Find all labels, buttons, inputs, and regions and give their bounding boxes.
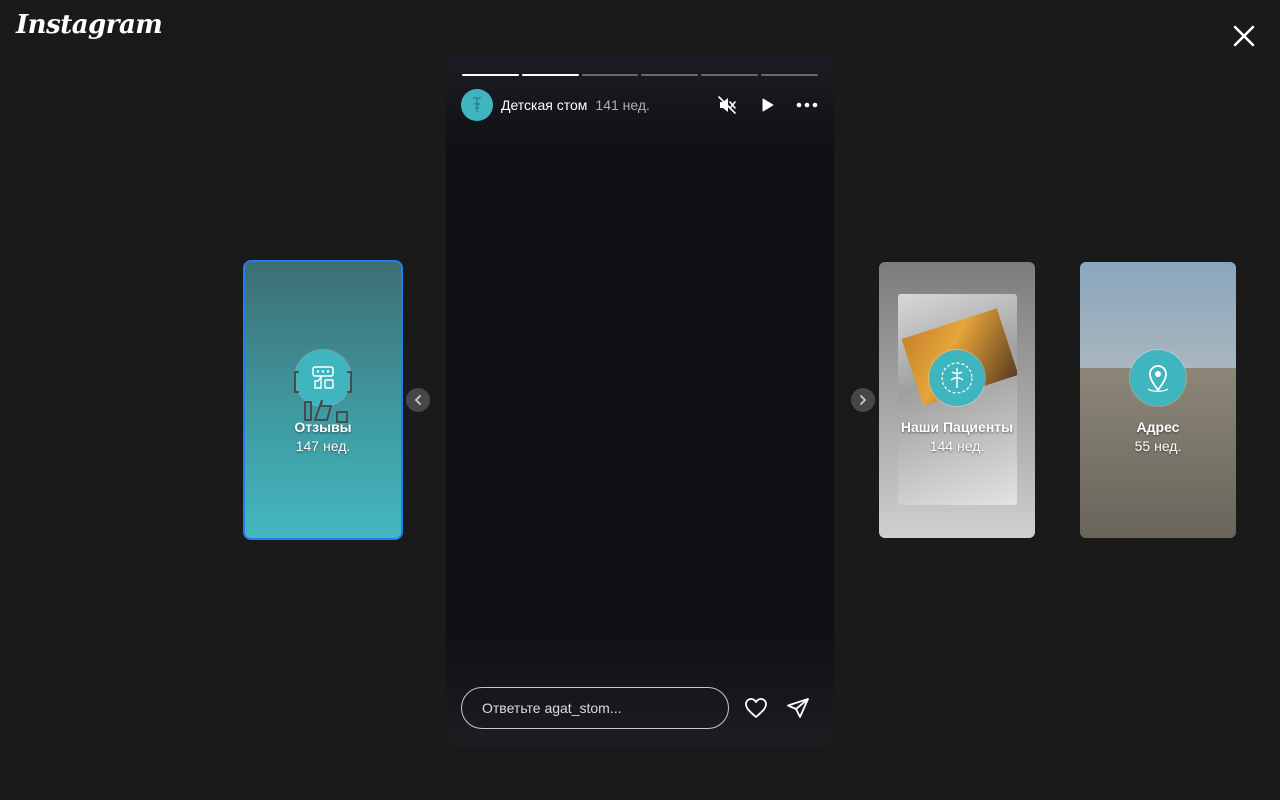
highlight-card-reviews[interactable]: Отзывы 147 нед.: [243, 260, 403, 540]
progress-segment: [701, 74, 759, 76]
more-icon: [796, 102, 818, 108]
progress-segment: [581, 74, 639, 76]
reply-input[interactable]: [461, 687, 729, 729]
play-button[interactable]: [753, 91, 781, 119]
close-button[interactable]: [1226, 18, 1262, 54]
progress-segment: [761, 74, 818, 76]
share-button[interactable]: [783, 693, 813, 723]
next-story-button[interactable]: [851, 388, 875, 412]
instagram-logo[interactable]: Instagram: [16, 10, 163, 40]
progress-segment: [462, 74, 519, 76]
reply-bar: [461, 686, 821, 730]
muted-speaker-icon: [718, 96, 736, 114]
unmute-button[interactable]: [713, 91, 741, 119]
highlight-card-patients[interactable]: Наши Пациенты 144 нед.: [879, 262, 1035, 538]
chevron-right-icon: [860, 395, 866, 405]
story-timestamp: 141 нед.: [595, 97, 650, 113]
like-button[interactable]: [741, 693, 771, 723]
previous-story-button[interactable]: [406, 388, 430, 412]
tooth-icon: [473, 97, 481, 112]
highlight-title: Наши Пациенты: [900, 419, 1014, 435]
highlight-time: 144 нед.: [929, 438, 985, 454]
highlight-time: 147 нед.: [295, 438, 351, 454]
location-pin-icon: [1130, 350, 1186, 406]
close-icon: [1233, 25, 1255, 47]
patients-icon: [929, 350, 985, 406]
avatar[interactable]: [461, 89, 493, 121]
story-header: Детская стом 141 нед.: [461, 89, 821, 121]
highlight-time: 55 нед.: [1134, 438, 1182, 454]
story-username[interactable]: Детская стом: [501, 97, 587, 113]
more-options-button[interactable]: [793, 91, 821, 119]
send-icon: [787, 698, 809, 718]
story-viewer[interactable]: Детская стом 141 нед.: [446, 55, 834, 746]
highlight-title: Адрес: [1136, 419, 1180, 435]
story-progress-bar: [462, 74, 818, 76]
highlight-title: Отзывы: [294, 419, 352, 435]
progress-segment: [521, 74, 579, 76]
progress-segment: [641, 74, 699, 76]
chevron-left-icon: [415, 395, 421, 405]
heart-icon: [745, 698, 767, 718]
play-icon: [762, 98, 774, 112]
highlight-card-address[interactable]: Адрес 55 нед.: [1080, 262, 1236, 538]
